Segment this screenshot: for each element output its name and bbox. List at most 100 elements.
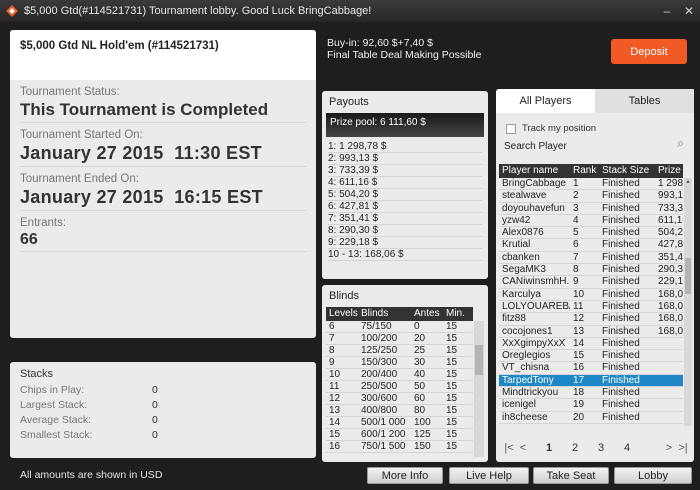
track-position-row: Track my position bbox=[506, 123, 694, 134]
search-player-input[interactable] bbox=[502, 139, 652, 153]
close-button[interactable]: ✕ bbox=[678, 0, 700, 22]
player-row[interactable]: cocojones1 13 Finished 168,06 $ bbox=[499, 326, 683, 338]
player-row[interactable]: Oreglegios 15 Finished bbox=[499, 350, 683, 363]
player-cell: 168,06 $ bbox=[658, 325, 683, 337]
blind-cell: 80 bbox=[414, 405, 426, 416]
col-levels[interactable]: Levels bbox=[326, 307, 358, 321]
player-cell: 19 bbox=[573, 399, 585, 411]
page-button[interactable]: 2 bbox=[562, 442, 588, 454]
player-cell: 18 bbox=[573, 387, 585, 399]
player-row[interactable]: VT_chisna 16 Finished bbox=[499, 362, 683, 375]
status-label: Tournament Status: bbox=[20, 86, 120, 98]
blinds-scrollbar[interactable] bbox=[474, 321, 484, 457]
player-row[interactable]: yzw42 4 Finished 611,16 $ bbox=[499, 215, 683, 228]
col-antes[interactable]: Antes bbox=[411, 307, 443, 321]
player-row[interactable]: doyouhavefun 3 Finished 733,39 $ bbox=[499, 203, 683, 215]
blind-cell: 600/1 200 bbox=[361, 429, 406, 440]
prev-page-button[interactable]: < bbox=[516, 442, 530, 454]
player-cell: Oreglegios bbox=[502, 350, 551, 362]
player-cell: 14 bbox=[573, 337, 585, 349]
players-scrollbar[interactable]: ▲ bbox=[684, 178, 692, 426]
player-cell bbox=[655, 387, 683, 398]
player-row[interactable]: Krutial 6 Finished 427,81 $ bbox=[499, 239, 683, 252]
blind-level-row: 7 100/200 20 15 bbox=[326, 333, 473, 345]
player-cell: Finished bbox=[602, 325, 640, 337]
player-row[interactable]: Alex0876 5 Finished 504,20 $ bbox=[499, 227, 683, 240]
more-info-button[interactable]: More Info bbox=[367, 467, 443, 484]
search-icon[interactable]: ⌕ bbox=[677, 136, 684, 151]
player-row[interactable]: CANiwinsmhH...9 Finished 229,18 $ bbox=[499, 276, 683, 289]
player-cell: fitz88 bbox=[502, 313, 526, 325]
track-position-checkbox[interactable] bbox=[506, 123, 516, 134]
blind-cell: 125 bbox=[414, 429, 431, 440]
player-row[interactable]: icenigel 19 Finished bbox=[499, 399, 683, 412]
col-stack-size[interactable]: Stack Size bbox=[599, 164, 655, 178]
player-cell: Finished bbox=[602, 251, 640, 263]
track-position-label: Track my position bbox=[522, 123, 597, 134]
blind-cell: 6 bbox=[329, 321, 335, 332]
player-row[interactable]: stealwave 2 Finished 993,13 $ bbox=[499, 190, 683, 203]
player-cell: Finished bbox=[602, 239, 640, 251]
blind-cell: 150 bbox=[414, 441, 431, 452]
page-button[interactable]: 1 bbox=[536, 442, 562, 454]
players-header: Player name Rank Stack Size Prize bbox=[499, 164, 683, 178]
player-cell: 16 bbox=[573, 362, 585, 374]
player-row[interactable]: ih8cheese 20 Finished bbox=[499, 412, 683, 424]
blind-cell: 16 bbox=[329, 441, 341, 452]
player-row[interactable]: BringCabbage 1 Finished 1 298,... bbox=[499, 178, 683, 191]
payout-item: 7: 351,41 $ bbox=[328, 213, 482, 225]
col-player-name[interactable]: Player name bbox=[499, 164, 570, 178]
minimize-button[interactable]: – bbox=[656, 0, 678, 22]
payout-item: 10 - 13: 168,06 $ bbox=[328, 249, 482, 261]
page-button[interactable]: 4 bbox=[614, 442, 640, 454]
player-row[interactable]: cbanken 7 Finished 351,41 $ bbox=[499, 251, 683, 265]
player-row[interactable]: fitz88 12 Finished 168,06 $ bbox=[499, 313, 683, 326]
tab-tables[interactable]: Tables bbox=[595, 89, 694, 113]
page-button[interactable]: 3 bbox=[588, 442, 614, 454]
blind-level-row: 9 150/300 30 15 bbox=[326, 357, 473, 369]
payout-item: 3: 733,39 $ bbox=[328, 165, 482, 177]
player-cell: Finished bbox=[602, 411, 640, 423]
blind-cell: 300/600 bbox=[361, 393, 398, 404]
player-cell: Finished bbox=[602, 387, 640, 399]
scroll-thumb[interactable] bbox=[685, 258, 691, 294]
player-cell bbox=[655, 350, 683, 361]
player-row[interactable]: LOLYOUAREBAD11 Finished 168,06 $ bbox=[499, 300, 683, 314]
player-row[interactable]: TarpedTony 17 Finished bbox=[499, 374, 683, 388]
final-table-text: Final Table Deal Making Possible bbox=[327, 49, 482, 61]
ended-label: Tournament Ended On: bbox=[20, 173, 139, 185]
blind-cell: 12 bbox=[329, 393, 341, 404]
blind-cell: 400/800 bbox=[361, 405, 398, 416]
col-prize[interactable]: Prize bbox=[655, 164, 683, 178]
tab-all-players[interactable]: All Players bbox=[496, 89, 595, 113]
col-min[interactable]: Min. bbox=[443, 307, 473, 321]
next-page-button[interactable]: > bbox=[662, 442, 676, 454]
take-seat-button[interactable]: Take Seat bbox=[533, 467, 609, 484]
player-cell: 13 bbox=[573, 325, 585, 337]
col-blinds[interactable]: Blinds bbox=[358, 307, 411, 321]
tournament-name: $5,000 Gtd NL Hold'em (#114521731) bbox=[10, 30, 316, 80]
player-row[interactable]: XxXgimpyXxX 14 Finished bbox=[499, 337, 683, 351]
player-row[interactable]: SegaMK3 8 Finished 290,30 $ bbox=[499, 264, 683, 277]
scroll-up-icon[interactable]: ▲ bbox=[684, 178, 692, 186]
player-row[interactable]: Mindtrickyou 18 Finished bbox=[499, 387, 683, 400]
blind-cell: 25 bbox=[414, 345, 426, 356]
blind-cell: 75/150 bbox=[361, 321, 392, 332]
lobby-button[interactable]: Lobby bbox=[614, 467, 692, 484]
stack-value: 0 bbox=[152, 384, 158, 396]
live-help-button[interactable]: Live Help bbox=[449, 467, 529, 484]
first-page-button[interactable]: |< bbox=[502, 442, 516, 454]
deposit-button[interactable]: Deposit bbox=[611, 39, 687, 64]
ended-value: January 27 2015 16:15 EST bbox=[20, 187, 263, 207]
player-cell: 11 bbox=[573, 300, 584, 312]
player-cell: 733,39 $ bbox=[658, 202, 683, 214]
col-rank[interactable]: Rank bbox=[570, 164, 599, 178]
stack-value: 0 bbox=[152, 429, 158, 441]
last-page-button[interactable]: >| bbox=[676, 442, 690, 454]
payout-item: 9: 229,18 $ bbox=[328, 237, 482, 249]
stack-label: Largest Stack: bbox=[20, 399, 88, 411]
scroll-thumb[interactable] bbox=[475, 345, 483, 375]
blind-cell: 125/250 bbox=[361, 345, 398, 356]
player-row[interactable]: Karculya 10 Finished 168,06 $ bbox=[499, 289, 683, 301]
prize-pool: Prize pool: 6 111,60 $ bbox=[326, 113, 484, 137]
